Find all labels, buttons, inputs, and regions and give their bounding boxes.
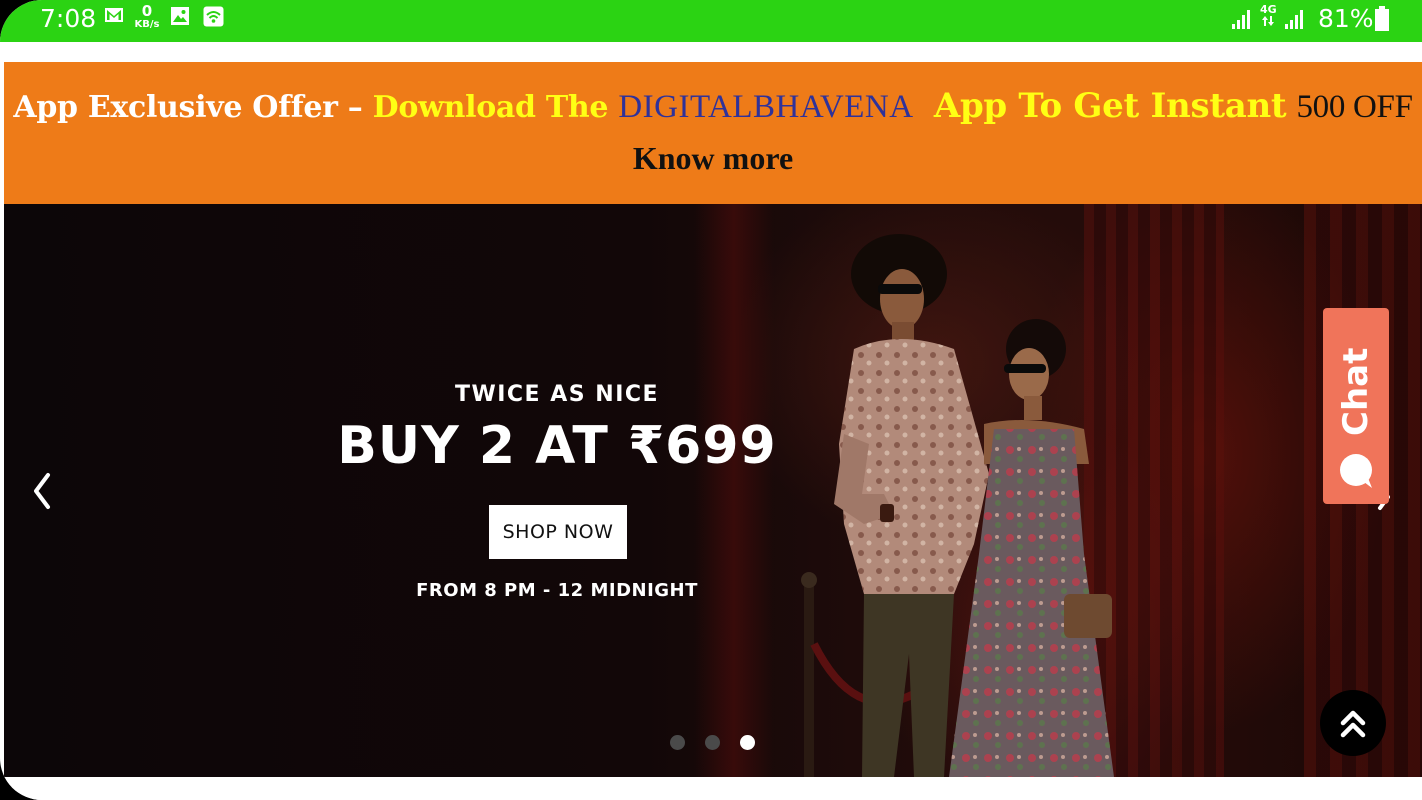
wifi-hotspot-icon xyxy=(203,6,224,32)
signal-icon xyxy=(1231,8,1253,35)
network-type-label: 4G xyxy=(1260,3,1277,16)
backdrop-curtain xyxy=(694,204,774,777)
shop-now-button[interactable]: SHOP NOW xyxy=(489,505,627,559)
hero-title: BUY 2 AT ₹699 xyxy=(337,416,777,476)
offer-text-instant: App To Get Instant xyxy=(933,86,1287,126)
slider-dot-1[interactable] xyxy=(670,735,685,750)
models-photo xyxy=(801,234,1114,777)
page-content-area xyxy=(0,777,1422,800)
gmail-icon xyxy=(104,6,124,29)
network-speed: 0 KB/s xyxy=(134,3,160,31)
signal-icon-2 xyxy=(1284,8,1306,35)
offer-text-amount: 500 OFF xyxy=(1296,89,1413,125)
hero-time-text: FROM 8 PM - 12 MIDNIGHT xyxy=(416,580,698,601)
chat-button[interactable]: Chat xyxy=(1323,308,1389,504)
offer-text: App Exclusive Offer – Download The DIGIT… xyxy=(4,86,1422,128)
offer-banner[interactable]: App Exclusive Offer – Download The DIGIT… xyxy=(4,62,1422,204)
header-spacer xyxy=(0,42,1422,62)
network-type: 4G xyxy=(1260,4,1277,29)
offer-text-download: Download The xyxy=(372,90,619,125)
chevron-left-icon xyxy=(34,473,50,509)
network-speed-value: 0 xyxy=(141,2,153,20)
know-more-link[interactable]: Know more xyxy=(4,138,1422,178)
gallery-icon xyxy=(170,6,190,31)
status-time: 7:08 xyxy=(40,4,97,33)
offer-text-intro: App Exclusive Offer – xyxy=(13,90,373,125)
status-bar: 7:08 0 KB/s 4G 81% xyxy=(0,0,1422,42)
battery-icon xyxy=(1374,6,1390,37)
hero-subtitle: TWICE AS NICE xyxy=(454,382,660,407)
network-speed-unit: KB/s xyxy=(134,19,160,30)
double-chevron-up-icon xyxy=(1340,710,1366,738)
hero-slider: TWICE AS NICE BUY 2 AT ₹699 SHOP NOW FRO… xyxy=(4,204,1422,777)
scroll-to-top-button[interactable] xyxy=(1320,690,1386,756)
slider-dot-3[interactable] xyxy=(740,735,755,750)
battery-percent: 81% xyxy=(1318,4,1374,33)
slider-dot-2[interactable] xyxy=(705,735,720,750)
offer-text-brand: DIGITALBHAVENA xyxy=(618,89,914,125)
chat-bubble-icon xyxy=(1340,454,1372,488)
app-screen: 7:08 0 KB/s 4G 81% App Exclusive Offer –… xyxy=(0,0,1422,800)
slider-prev-button[interactable] xyxy=(28,469,58,513)
